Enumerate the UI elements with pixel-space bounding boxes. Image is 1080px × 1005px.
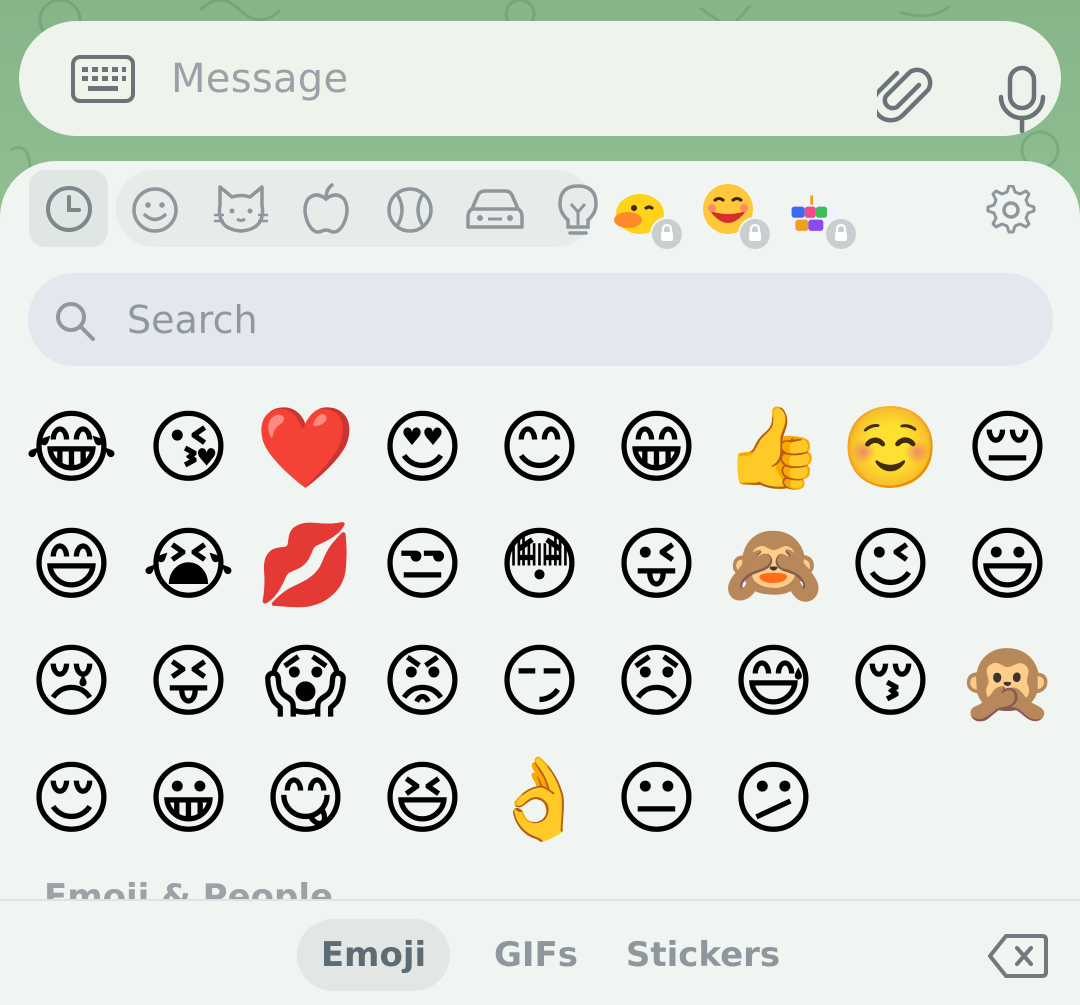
ball-icon[interactable] xyxy=(385,185,435,235)
search-icon xyxy=(56,302,95,341)
category-recent[interactable] xyxy=(29,170,108,247)
emoji-item[interactable]: 😜 xyxy=(598,506,715,623)
sticker-pack-birthday[interactable] xyxy=(786,179,858,251)
lock-icon xyxy=(824,217,858,251)
section-label: Emoji & People xyxy=(44,877,334,899)
category-bar xyxy=(0,161,1080,261)
emoji-item[interactable]: 😂 xyxy=(13,389,130,506)
emoji-item[interactable]: 😉 xyxy=(832,506,949,623)
emoji-item[interactable]: 😘 xyxy=(130,389,247,506)
emoji-item[interactable]: 😚 xyxy=(832,623,949,740)
sticker-pack-face[interactable] xyxy=(700,179,772,251)
smiley-icon[interactable] xyxy=(130,185,180,235)
paperclip-icon[interactable] xyxy=(877,65,937,129)
lock-icon xyxy=(738,217,772,251)
emoji-item[interactable]: 😡 xyxy=(364,623,481,740)
recent-emoji-grid: 😂 😘 ❤️ 😍 😊 😁 👍 ☺️ 😔 😄 😭 💋 😒 😳 😜 🙈 😉 😃 😢 😝 😱 😡 😏 😞 😅 😚 🙊 😌 😀 😋 😆 👌 😐 😕 xyxy=(13,389,1067,857)
emoji-item[interactable]: 😄 xyxy=(13,506,130,623)
emoji-panel: Search 😂 😘 ❤️ 😍 😊 😁 👍 ☺️ 😔 😄 😭 💋 😒 😳 😜 🙈 😉 😃 😢 😝 😱 😡 😏 😞 😅 😚 🙊 😌 😀 😋 😆… xyxy=(0,161,1080,1005)
emoji-item[interactable]: 😌 xyxy=(13,740,130,857)
microphone-icon[interactable] xyxy=(997,65,1047,135)
emoji-item[interactable]: 😐 xyxy=(598,740,715,857)
sticker-pack-duck[interactable] xyxy=(612,179,684,251)
emoji-item[interactable]: 😆 xyxy=(364,740,481,857)
emoji-item[interactable]: 😳 xyxy=(481,506,598,623)
search-input[interactable]: Search xyxy=(127,298,258,342)
emoji-item[interactable]: 😁 xyxy=(598,389,715,506)
emoji-item[interactable]: 😍 xyxy=(364,389,481,506)
gear-icon[interactable] xyxy=(986,185,1036,235)
emoji-item[interactable]: 😝 xyxy=(130,623,247,740)
emoji-search-field[interactable]: Search xyxy=(28,273,1053,366)
emoji-item[interactable]: 😅 xyxy=(715,623,832,740)
apple-icon[interactable] xyxy=(302,183,350,237)
message-input[interactable]: Message xyxy=(171,56,348,102)
emoji-item[interactable]: 😋 xyxy=(247,740,364,857)
emoji-item[interactable]: 😭 xyxy=(130,506,247,623)
emoji-item[interactable]: 🙈 xyxy=(715,506,832,623)
cat-icon[interactable] xyxy=(212,183,270,237)
emoji-item[interactable]: 😀 xyxy=(130,740,247,857)
emoji-item[interactable]: 👌 xyxy=(481,740,598,857)
emoji-item[interactable]: 😊 xyxy=(481,389,598,506)
emoji-item[interactable]: ☺️ xyxy=(832,389,949,506)
emoji-item[interactable]: 😏 xyxy=(481,623,598,740)
emoji-item[interactable]: 😞 xyxy=(598,623,715,740)
emoji-item[interactable]: 😃 xyxy=(949,506,1066,623)
tab-gifs[interactable]: GIFs xyxy=(476,919,596,991)
keyboard-icon[interactable] xyxy=(71,55,135,103)
clock-icon xyxy=(46,186,92,232)
tab-emoji[interactable]: Emoji xyxy=(297,919,450,991)
emoji-item[interactable]: 😔 xyxy=(949,389,1066,506)
emoji-item[interactable]: 😱 xyxy=(247,623,364,740)
emoji-item[interactable]: 😒 xyxy=(364,506,481,623)
emoji-item[interactable]: 😕 xyxy=(715,740,832,857)
car-icon[interactable] xyxy=(466,187,524,233)
emoji-item[interactable]: 👍 xyxy=(715,389,832,506)
emoji-item[interactable]: 😢 xyxy=(13,623,130,740)
emoji-item[interactable]: 🙊 xyxy=(949,623,1066,740)
backspace-icon[interactable] xyxy=(988,933,1048,979)
bottom-tab-bar: Emoji GIFs Stickers xyxy=(0,899,1080,1005)
message-composer: Message xyxy=(19,21,1061,136)
emoji-item[interactable]: 💋 xyxy=(247,506,364,623)
emoji-item[interactable]: ❤️ xyxy=(247,389,364,506)
bulb-icon[interactable] xyxy=(558,183,598,239)
lock-icon xyxy=(650,217,684,251)
tab-stickers[interactable]: Stickers xyxy=(620,919,786,991)
